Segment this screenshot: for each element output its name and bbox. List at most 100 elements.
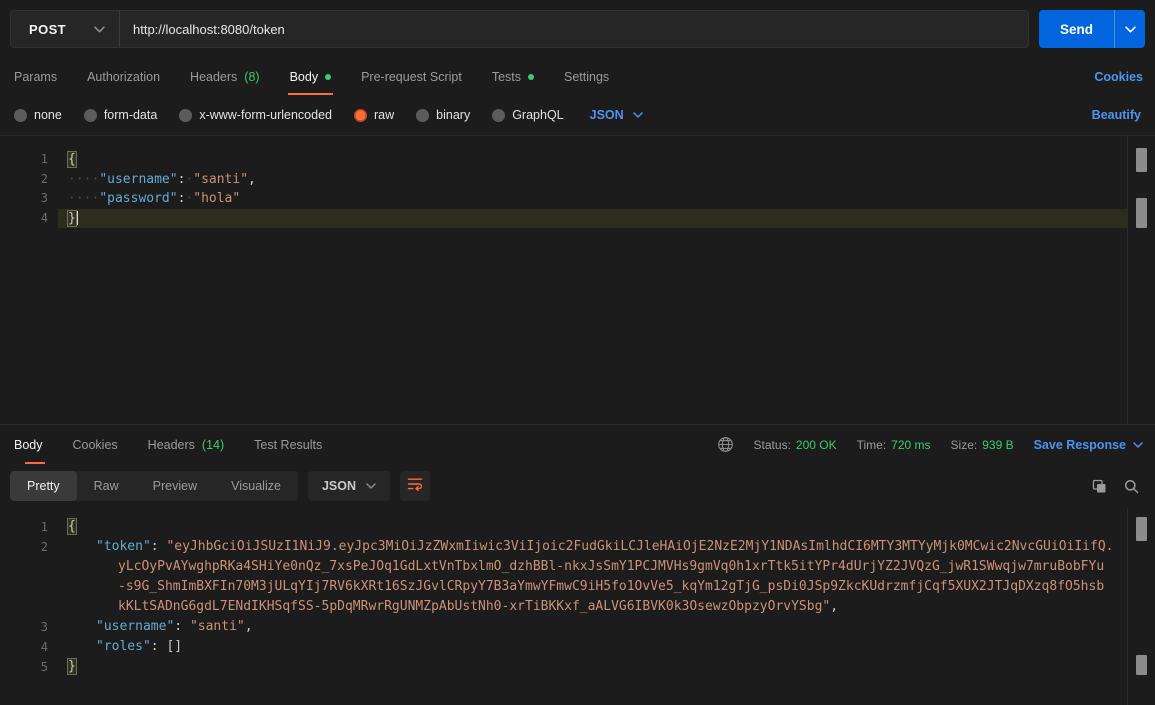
tab-label: Tests <box>491 69 521 84</box>
radio-icon <box>83 108 97 122</box>
time-label: Time: <box>856 437 887 452</box>
request-tabs: Params Authorization Headers (8) Body Pr… <box>0 58 1155 95</box>
code-line: 3 ····"password":·"hola" <box>0 189 1155 209</box>
response-tab-headers[interactable]: Headers (14) <box>133 425 239 464</box>
response-view-switcher: Pretty Raw Preview Visualize <box>10 471 298 501</box>
response-body-editor[interactable]: 1 { 2 "token": "eyJhbGciOiJSUzI1NiJ9.eyJ… <box>0 508 1155 705</box>
tab-label: Params <box>14 69 58 84</box>
radio-raw[interactable]: raw <box>354 108 394 122</box>
open-brace: { <box>67 151 77 168</box>
tab-settings[interactable]: Settings <box>549 58 624 95</box>
headers-count-badge: (14) <box>201 437 225 452</box>
code-line-wrap: -s9G_ShmImBXFIn70M3jULqYIj7RV6kXRt16SzJG… <box>118 579 1105 594</box>
overview-ruler-mark[interactable] <box>1136 198 1147 228</box>
code-line: 1 { <box>0 150 1155 170</box>
size-label: Size: <box>950 437 978 452</box>
line-number: 2 <box>40 540 48 554</box>
tab-headers[interactable]: Headers (8) <box>175 58 275 95</box>
text-wrap-icon <box>407 477 423 496</box>
method-select[interactable]: POST <box>11 11 120 47</box>
url-input[interactable] <box>120 11 1028 47</box>
response-tab-cookies[interactable]: Cookies <box>58 425 133 464</box>
size-badge: Size: 939 B <box>951 438 1014 452</box>
url-group: POST <box>10 10 1029 48</box>
line-number: 1 <box>40 152 48 166</box>
radio-icon <box>179 108 193 122</box>
tab-params[interactable]: Params <box>12 58 72 95</box>
overview-ruler-mark[interactable] <box>1136 655 1147 675</box>
response-meta: Status: 200 OK Time: 720 ms Size: 939 B … <box>717 436 1143 453</box>
view-preview[interactable]: Preview <box>136 471 214 501</box>
tab-body[interactable]: Body <box>275 58 347 95</box>
view-raw[interactable]: Raw <box>77 471 136 501</box>
radio-icon <box>492 108 506 122</box>
globe-icon[interactable] <box>717 436 734 453</box>
chevron-down-icon <box>1133 441 1143 448</box>
radio-form-data[interactable]: form-data <box>83 108 157 122</box>
radio-selected-icon <box>354 108 367 122</box>
copy-icon[interactable] <box>1092 479 1107 494</box>
tab-label: Headers <box>147 437 195 452</box>
response-actions <box>1092 479 1145 494</box>
code-line-wrap: kKLtSADnG6gdL7ENdIKHSqfSS-5pDqMRwrRgUNMZ… <box>118 599 839 614</box>
radio-x-www-form-urlencoded[interactable]: x-www-form-urlencoded <box>179 108 332 122</box>
code-line: 2 ····"username":·"santi", <box>0 170 1155 190</box>
search-icon[interactable] <box>1124 479 1139 494</box>
radio-label: raw <box>374 108 395 122</box>
tab-label: Settings <box>564 69 610 84</box>
cookies-link[interactable]: Cookies <box>1094 70 1143 84</box>
radio-label: binary <box>436 108 471 122</box>
code-line-wrap: yLcOyPvAYwghpRKa4SHiYe0nQz_7xsPeJOq1GdLx… <box>118 559 1105 574</box>
radio-graphql[interactable]: GraphQL <box>492 108 564 122</box>
beautify-link[interactable]: Beautify <box>1092 108 1141 122</box>
code-line: 5 } <box>0 657 1155 677</box>
code-line: 4 "roles": [] <box>0 637 1155 657</box>
radio-binary[interactable]: binary <box>416 108 470 122</box>
tab-label: Cookies <box>72 437 118 452</box>
radio-label: GraphQL <box>512 108 564 122</box>
chevron-down-icon <box>1124 25 1136 33</box>
code-line: 2 "token": "eyJhbGciOiJSUzI1NiJ9.eyJpc3M… <box>0 537 1155 557</box>
chevron-down-icon <box>632 112 643 118</box>
save-response-button[interactable]: Save Response <box>1034 438 1143 452</box>
tab-label: Pre-request Script <box>361 69 462 84</box>
postman-window: POST Send Params Authorization Headers (… <box>0 0 1155 705</box>
request-language-select[interactable]: JSON <box>590 108 643 122</box>
view-pretty[interactable]: Pretty <box>10 471 77 501</box>
send-button[interactable]: Send <box>1039 10 1114 48</box>
send-split-button: Send <box>1039 10 1145 48</box>
overview-ruler-mark[interactable] <box>1136 148 1147 172</box>
response-tab-test-results[interactable]: Test Results <box>239 425 337 464</box>
send-options-button[interactable] <box>1114 10 1145 48</box>
code-line: 3 "username": "santi", <box>0 617 1155 637</box>
time-badge: Time: 720 ms <box>857 438 931 452</box>
time-value: 720 ms <box>891 437 931 452</box>
tab-tests[interactable]: Tests <box>477 58 549 95</box>
response-language-select[interactable]: JSON <box>307 471 390 501</box>
response-tab-body[interactable]: Body <box>12 425 58 464</box>
line-number: 3 <box>40 620 48 634</box>
tab-label: Test Results <box>254 437 323 452</box>
view-visualize[interactable]: Visualize <box>214 471 298 501</box>
radio-label: x-www-form-urlencoded <box>199 108 332 122</box>
request-body-editor[interactable]: 1 { 2 ····"username":·"santi", 3 ····"pa… <box>0 135 1155 424</box>
code-line-current: 4 } <box>0 208 1155 228</box>
line-number: 4 <box>40 210 48 225</box>
open-brace: { <box>67 518 77 535</box>
request-url-bar: POST Send <box>0 0 1155 58</box>
line-number: 5 <box>40 660 48 674</box>
close-brace: } <box>67 209 77 227</box>
tab-label: Body <box>14 437 43 452</box>
close-brace: } <box>67 658 77 675</box>
tab-authorization[interactable]: Authorization <box>72 58 175 95</box>
overview-ruler-mark[interactable] <box>1136 517 1147 541</box>
radio-none[interactable]: none <box>14 108 62 122</box>
wrap-lines-button[interactable] <box>400 471 430 501</box>
chevron-down-icon <box>94 25 105 33</box>
line-number: 1 <box>40 520 48 534</box>
tab-pre-request-script[interactable]: Pre-request Script <box>346 58 477 95</box>
code-line: 1 { <box>0 517 1155 537</box>
modified-dot-icon <box>325 73 332 80</box>
size-value: 939 B <box>982 437 1014 452</box>
language-label: JSON <box>321 479 356 493</box>
